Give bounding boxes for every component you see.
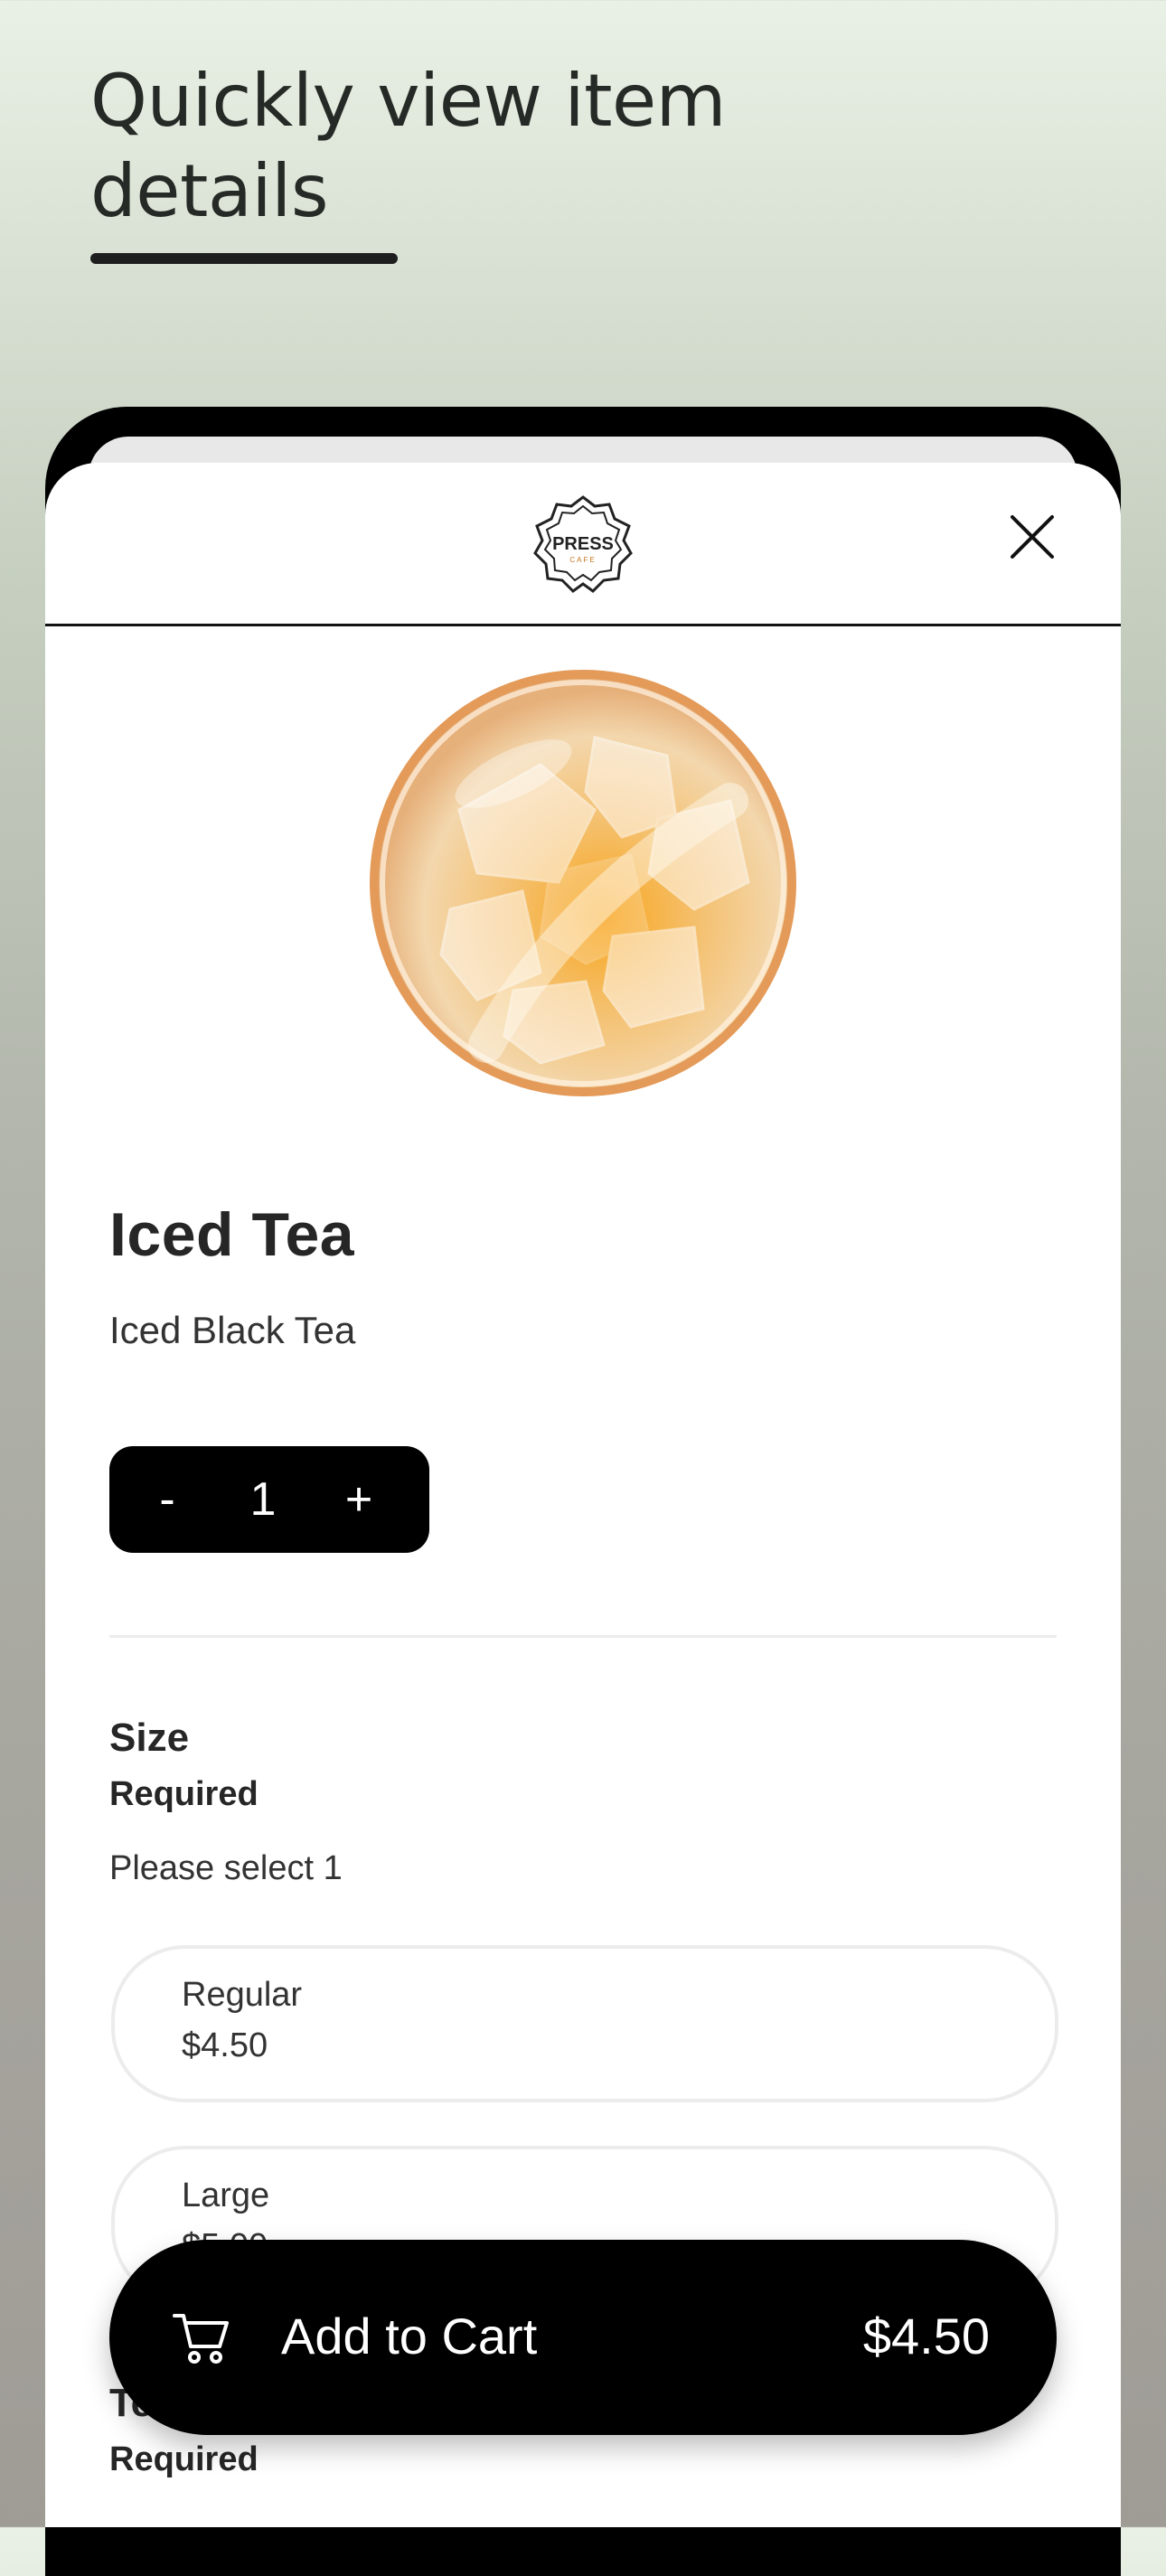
size-section-title: Size [109,1716,190,1760]
press-cafe-logo: PRESS CAFE [533,495,633,593]
product-name: Iced Tea [109,1200,355,1269]
option-label: Regular [182,1976,303,2014]
quantity-stepper: - 1 + [109,1446,429,1553]
quantity-value: 1 [249,1473,277,1526]
option-price: $4.50 [182,2026,268,2064]
decrease-quantity-button[interactable]: - [109,1472,225,1527]
size-selection-hint: Please select 1 [109,1849,343,1887]
add-to-cart-button[interactable]: Add to Cart $4.50 [109,2240,1057,2435]
cart-total-price: $4.50 [862,2308,990,2364]
size-option-regular[interactable]: Regular $4.50 [111,1945,1058,2102]
tea-required-label: Required [109,2440,259,2478]
increase-quantity-button[interactable]: + [301,1472,417,1527]
promo-headline: Quickly view item details [90,59,727,233]
product-description: Iced Black Tea [109,1309,356,1351]
logo-subtext: CAFE [569,556,596,564]
close-icon[interactable] [1009,513,1056,560]
option-label: Large [182,2176,270,2214]
iced-tea-image [370,670,796,1096]
item-detail-sheet: PRESS CAFE Iced Tea Iced Black Tea - 1 +… [45,463,1121,2527]
add-to-cart-label: Add to Cart [281,2308,538,2364]
headline-underline [90,253,398,264]
section-divider [109,1635,1057,1638]
sheet-header: PRESS CAFE [45,463,1121,626]
cart-icon [173,2314,229,2364]
logo-text: PRESS [552,534,614,554]
size-required-label: Required [109,1775,259,1813]
